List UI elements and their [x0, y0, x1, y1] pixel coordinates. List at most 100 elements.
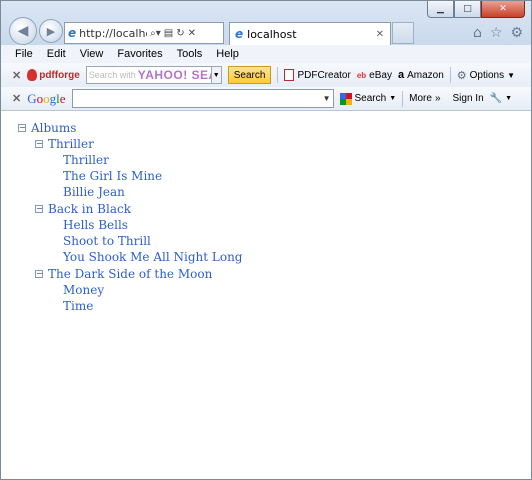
- more-label: More: [409, 93, 432, 104]
- album-link[interactable]: Thriller: [48, 137, 94, 151]
- arrow-right-icon: ▶: [46, 24, 56, 38]
- ie-page-icon: e: [235, 27, 244, 41]
- tree-node-track[interactable]: Time: [63, 299, 93, 313]
- maximize-button[interactable]: □: [454, 1, 481, 18]
- google-search-button[interactable]: Search ▼: [339, 92, 396, 105]
- track-link[interactable]: Money: [63, 283, 104, 297]
- menu-bar: File Edit View Favorites Tools Help: [1, 45, 531, 63]
- tree-node-album[interactable]: − The Dark Side of the Moon: [35, 267, 212, 281]
- tree-node-album[interactable]: − Back in Black: [35, 202, 131, 216]
- arrow-left-icon: ◀: [17, 23, 29, 39]
- tree-node-root[interactable]: − Albums: [18, 121, 76, 135]
- album-link[interactable]: The Dark Side of the Moon: [48, 267, 212, 281]
- track-link[interactable]: Time: [63, 299, 93, 313]
- home-icon[interactable]: ⌂: [473, 25, 482, 41]
- tree-node-track[interactable]: The Girl Is Mine: [63, 169, 162, 183]
- google-logo[interactable]: Google: [27, 91, 65, 107]
- collapse-icon[interactable]: −: [18, 124, 26, 132]
- tree-node-album[interactable]: − Thriller: [35, 137, 94, 151]
- ie-page-icon: e: [68, 26, 77, 40]
- page-content: − Albums − Thriller Thriller The Girl Is…: [1, 112, 531, 479]
- tab-close-icon[interactable]: ✕: [376, 29, 390, 40]
- pdfforge-logo[interactable]: pdfforge: [27, 69, 80, 81]
- track-link[interactable]: Thriller: [63, 153, 109, 167]
- chevron-down-icon[interactable]: ▼: [211, 66, 222, 84]
- collapse-icon[interactable]: −: [35, 140, 43, 148]
- compat-view-icon[interactable]: ▤: [164, 28, 173, 39]
- toolbar-divider: [277, 67, 279, 83]
- tree-root-link[interactable]: Albums: [31, 121, 76, 135]
- pdfforge-toolbar: ✕ pdfforge Search withYAHOO! SEARCH ▼ Se…: [1, 63, 531, 87]
- track-link[interactable]: The Girl Is Mine: [63, 169, 162, 183]
- yahoo-search-button[interactable]: Search: [227, 66, 272, 84]
- stop-icon[interactable]: ✕: [188, 28, 196, 39]
- chevron-down-icon: ▼: [505, 95, 513, 102]
- menu-tools[interactable]: Tools: [177, 48, 203, 60]
- track-link[interactable]: You Shook Me All Night Long: [63, 250, 242, 264]
- close-window-button[interactable]: ✕: [481, 1, 525, 18]
- amazon-label: Amazon: [407, 69, 444, 81]
- pdfcreator-button[interactable]: PDFCreator: [284, 69, 351, 81]
- pdfcreator-label: PDFCreator: [297, 69, 351, 81]
- collapse-icon[interactable]: −: [35, 270, 43, 278]
- google-search-input[interactable]: ▼: [71, 89, 334, 108]
- yahoo-search-input[interactable]: Search withYAHOO! SEARCH: [85, 66, 212, 84]
- track-link[interactable]: Billie Jean: [63, 185, 125, 199]
- amazon-button[interactable]: a Amazon: [398, 69, 444, 81]
- gear-icon[interactable]: ⚙: [510, 25, 523, 41]
- google-search-icon: [339, 92, 352, 105]
- menu-edit[interactable]: Edit: [47, 48, 66, 60]
- yahoo-placeholder: Search with: [88, 70, 136, 80]
- close-toolbar-icon[interactable]: ✕: [12, 69, 21, 82]
- double-chevron-right-icon: »: [434, 93, 441, 104]
- browser-window: ▁ □ ✕ ◀ ▶ e http://localhost/ ⌕▾ ▤ ↻ ✕ e…: [0, 0, 532, 480]
- ebay-label: eBay: [369, 69, 392, 81]
- window-controls: ▁ □ ✕: [427, 1, 525, 18]
- menu-view[interactable]: View: [80, 48, 104, 60]
- amazon-icon: a: [397, 69, 405, 81]
- pdfforge-label: pdfforge: [39, 69, 80, 81]
- wrench-button[interactable]: 🔧 ▼: [490, 93, 512, 104]
- tree-node-track[interactable]: Hells Bells: [63, 218, 128, 232]
- pdf-icon: [284, 69, 295, 81]
- tab-title: localhost: [247, 27, 297, 41]
- more-button[interactable]: More»: [409, 93, 440, 104]
- tree-node-track[interactable]: You Shook Me All Night Long: [63, 250, 242, 264]
- sign-in-button[interactable]: Sign In: [453, 93, 484, 104]
- options-label: Options: [469, 69, 505, 81]
- tree-node-track[interactable]: Shoot to Thrill: [63, 234, 151, 248]
- tree-node-track[interactable]: Billie Jean: [63, 185, 125, 199]
- chevron-down-icon[interactable]: ▼: [323, 94, 331, 103]
- wrench-icon: 🔧: [489, 93, 503, 104]
- google-search-label: Search: [354, 93, 387, 104]
- sign-in-label: Sign In: [452, 93, 484, 104]
- options-button[interactable]: ⚙ Options ▼: [457, 69, 515, 82]
- minimize-button[interactable]: ▁: [427, 1, 454, 18]
- ebay-icon: eb: [356, 70, 367, 80]
- track-link[interactable]: Hells Bells: [63, 218, 128, 232]
- close-toolbar-icon[interactable]: ✕: [12, 92, 21, 105]
- tree-node-track[interactable]: Money: [63, 283, 104, 297]
- menu-help[interactable]: Help: [216, 48, 239, 60]
- track-link[interactable]: Shoot to Thrill: [63, 234, 151, 248]
- title-bar: ▁ □ ✕ ◀ ▶ e http://localhost/ ⌕▾ ▤ ↻ ✕ e…: [1, 1, 531, 45]
- menu-file[interactable]: File: [15, 48, 33, 60]
- forward-button[interactable]: ▶: [39, 19, 63, 43]
- new-tab-button[interactable]: [392, 22, 414, 44]
- back-button[interactable]: ◀: [9, 17, 37, 45]
- menu-favorites[interactable]: Favorites: [117, 48, 162, 60]
- flame-icon: [27, 69, 38, 81]
- browser-right-icons: ⌂ ☆ ⚙: [473, 25, 523, 41]
- ebay-button[interactable]: eb eBay: [357, 70, 392, 81]
- yahoo-logo: YAHOO! SEARCH: [137, 68, 211, 82]
- collapse-icon[interactable]: −: [35, 205, 43, 213]
- address-bar[interactable]: e http://localhost/ ⌕▾ ▤ ↻ ✕: [64, 22, 224, 44]
- tree-node-track[interactable]: Thriller: [63, 153, 109, 167]
- address-text[interactable]: http://localhost/: [79, 27, 147, 40]
- tab-localhost[interactable]: e localhost ✕: [229, 22, 391, 45]
- album-link[interactable]: Back in Black: [48, 202, 131, 216]
- refresh-icon[interactable]: ↻: [176, 28, 184, 39]
- search-icon[interactable]: ⌕▾: [150, 28, 161, 39]
- favorites-star-icon[interactable]: ☆: [490, 25, 503, 41]
- toolbar-divider: [449, 67, 451, 83]
